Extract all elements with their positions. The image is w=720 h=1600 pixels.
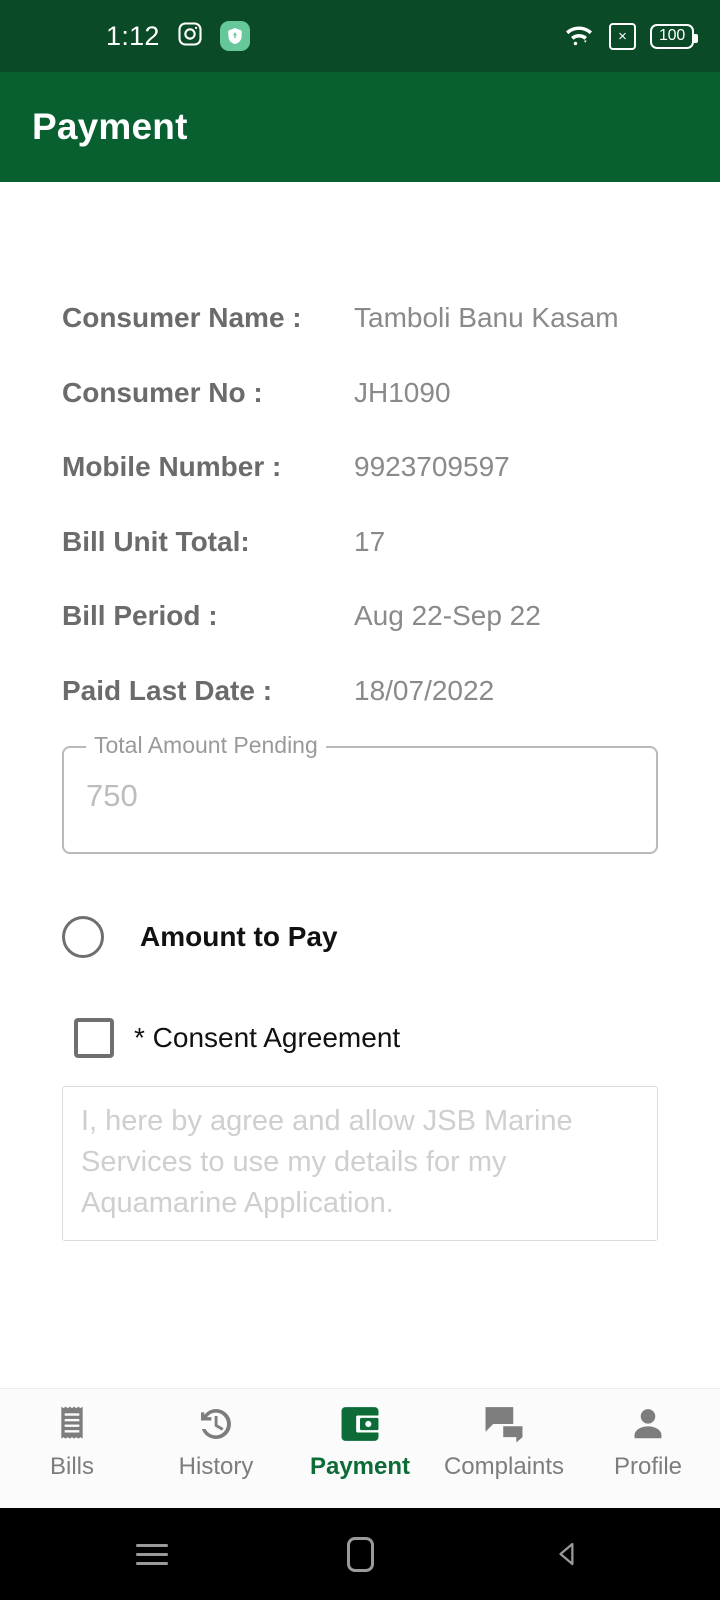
back-button[interactable] xyxy=(544,1530,592,1578)
main-content: Consumer Name : Tamboli Banu Kasam Consu… xyxy=(0,182,720,1388)
detail-value: JH1090 xyxy=(354,376,451,408)
amount-to-pay-label: Amount to Pay xyxy=(140,920,338,952)
nav-item-profile[interactable]: Profile xyxy=(576,1403,720,1479)
shield-icon xyxy=(219,21,250,51)
total-amount-pending-value: 750 xyxy=(86,777,138,813)
instagram-icon xyxy=(176,20,204,53)
nav-label-payment: Payment xyxy=(309,1453,411,1480)
page-title: Payment xyxy=(32,106,188,147)
detail-row-paid-last-date: Paid Last Date : 18/07/2022 xyxy=(62,671,658,712)
detail-row-mobile-number: Mobile Number : 9923709597 xyxy=(62,447,658,488)
wallet-icon xyxy=(340,1403,380,1445)
history-clock-icon xyxy=(196,1403,236,1445)
bottom-navigation: Bills History Payment Complaints Profile xyxy=(0,1388,720,1508)
consent-agreement-checkbox-row[interactable]: * Consent Agreement xyxy=(62,1017,658,1058)
detail-label: Paid Last Date : xyxy=(62,674,273,706)
detail-label: Bill Period : xyxy=(62,600,218,632)
nav-item-history[interactable]: History xyxy=(144,1403,288,1479)
nav-item-bills[interactable]: Bills xyxy=(0,1403,144,1479)
status-clock: 1:12 xyxy=(106,20,160,51)
home-button[interactable] xyxy=(336,1530,384,1578)
nav-item-complaints[interactable]: Complaints xyxy=(432,1403,576,1479)
detail-value: Tamboli Banu Kasam xyxy=(354,302,619,333)
wifi-icon xyxy=(563,20,595,53)
detail-label: Mobile Number : xyxy=(62,451,282,483)
status-bar-right: × 100 xyxy=(563,20,698,53)
detail-value: 18/07/2022 xyxy=(354,674,495,706)
nav-label-history: History xyxy=(178,1453,254,1480)
consumer-details-list: Consumer Name : Tamboli Banu Kasam Consu… xyxy=(62,182,658,712)
payment-screen: 1:12 × 100 Payment Consumer Name: Tambo… xyxy=(0,0,720,1600)
detail-label: Bill Unit Total: xyxy=(62,525,250,557)
system-navigation-bar xyxy=(0,1508,720,1600)
detail-row-consumer-name: Consumer Name : Tamboli Banu Kasam xyxy=(62,298,658,339)
back-icon xyxy=(559,1542,574,1566)
person-icon xyxy=(629,1403,667,1445)
detail-value: 9923709597 xyxy=(354,451,510,483)
total-amount-pending-label: Total Amount Pending xyxy=(86,733,326,757)
recents-icon xyxy=(136,1538,168,1571)
detail-label: Consumer Name : xyxy=(62,302,302,333)
consent-text-box[interactable]: I, here by agree and allow JSB Marine Se… xyxy=(62,1085,658,1242)
detail-value: Aug 22-Sep 22 xyxy=(354,600,541,632)
detail-label: Consumer No : xyxy=(62,376,263,408)
nav-label-bills: Bills xyxy=(49,1453,94,1480)
battery-level: 100 xyxy=(658,27,686,44)
chat-bubbles-icon xyxy=(484,1403,524,1445)
status-bar: 1:12 × 100 xyxy=(0,0,720,72)
amount-to-pay-option[interactable]: Amount to Pay xyxy=(62,915,658,958)
recents-button[interactable] xyxy=(128,1530,176,1578)
checkbox-icon[interactable] xyxy=(74,1017,114,1058)
consent-text: I, here by agree and allow JSB Marine Se… xyxy=(81,1104,573,1219)
radio-button-icon[interactable] xyxy=(62,915,104,958)
battery-icon: 100 xyxy=(650,23,698,49)
detail-row-consumer-no: Consumer No : JH1090 xyxy=(62,373,658,414)
detail-value: 17 xyxy=(354,525,386,557)
nav-item-payment[interactable]: Payment xyxy=(288,1403,432,1479)
receipt-icon xyxy=(56,1403,88,1445)
nav-label-profile: Profile xyxy=(613,1453,683,1480)
detail-row-bill-period: Bill Period : Aug 22-Sep 22 xyxy=(62,596,658,637)
detail-row-bill-unit-total: Bill Unit Total: 17 xyxy=(62,522,658,563)
consent-agreement-label: * Consent Agreement xyxy=(134,1021,401,1053)
signal-off-icon: × xyxy=(609,22,636,50)
total-amount-pending-field[interactable]: Total Amount Pending 750 xyxy=(62,733,658,854)
home-icon xyxy=(346,1536,374,1572)
status-bar-left: 1:12 xyxy=(28,20,250,53)
app-bar: Payment xyxy=(0,72,720,182)
nav-label-complaints: Complaints xyxy=(443,1453,565,1480)
